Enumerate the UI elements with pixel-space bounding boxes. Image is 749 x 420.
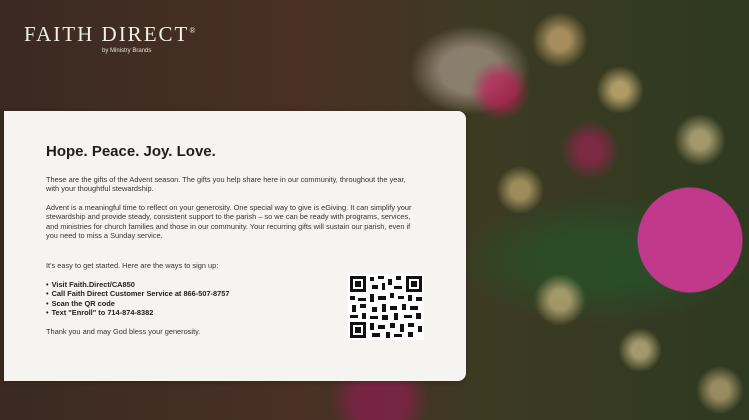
way-call: Call Faith Direct Customer Service at 86… [46, 289, 230, 298]
registered-mark: ® [189, 26, 198, 35]
way-text: Text "Enroll" to 714-874-8382 [46, 308, 229, 317]
advent-message-card: Hope. Peace. Joy. Love. These are the gi… [4, 111, 466, 381]
brand-tagline: by Ministry Brands [102, 48, 152, 54]
paragraph-gifts: These are the gifts of the Advent season… [46, 175, 406, 194]
way-visit-link[interactable]: Visit Faith.Direct/CA850 [46, 280, 229, 289]
card-title: Hope. Peace. Joy. Love. [46, 143, 216, 160]
paragraph-egiving: Advent is a meaningful time to reflect o… [46, 203, 412, 241]
way-scan: Scan the QR code [46, 299, 229, 308]
brand-name: FAITH DIRECT [24, 22, 190, 46]
qr-code-icon[interactable] [348, 274, 424, 340]
faith-direct-logo: FAITH DIRECT® by Ministry Brands [24, 22, 197, 54]
signup-intro: It's easy to get started. Here are the w… [46, 261, 219, 270]
signup-ways-list: Visit Faith.Direct/CA850 Call Faith Dire… [46, 280, 230, 318]
